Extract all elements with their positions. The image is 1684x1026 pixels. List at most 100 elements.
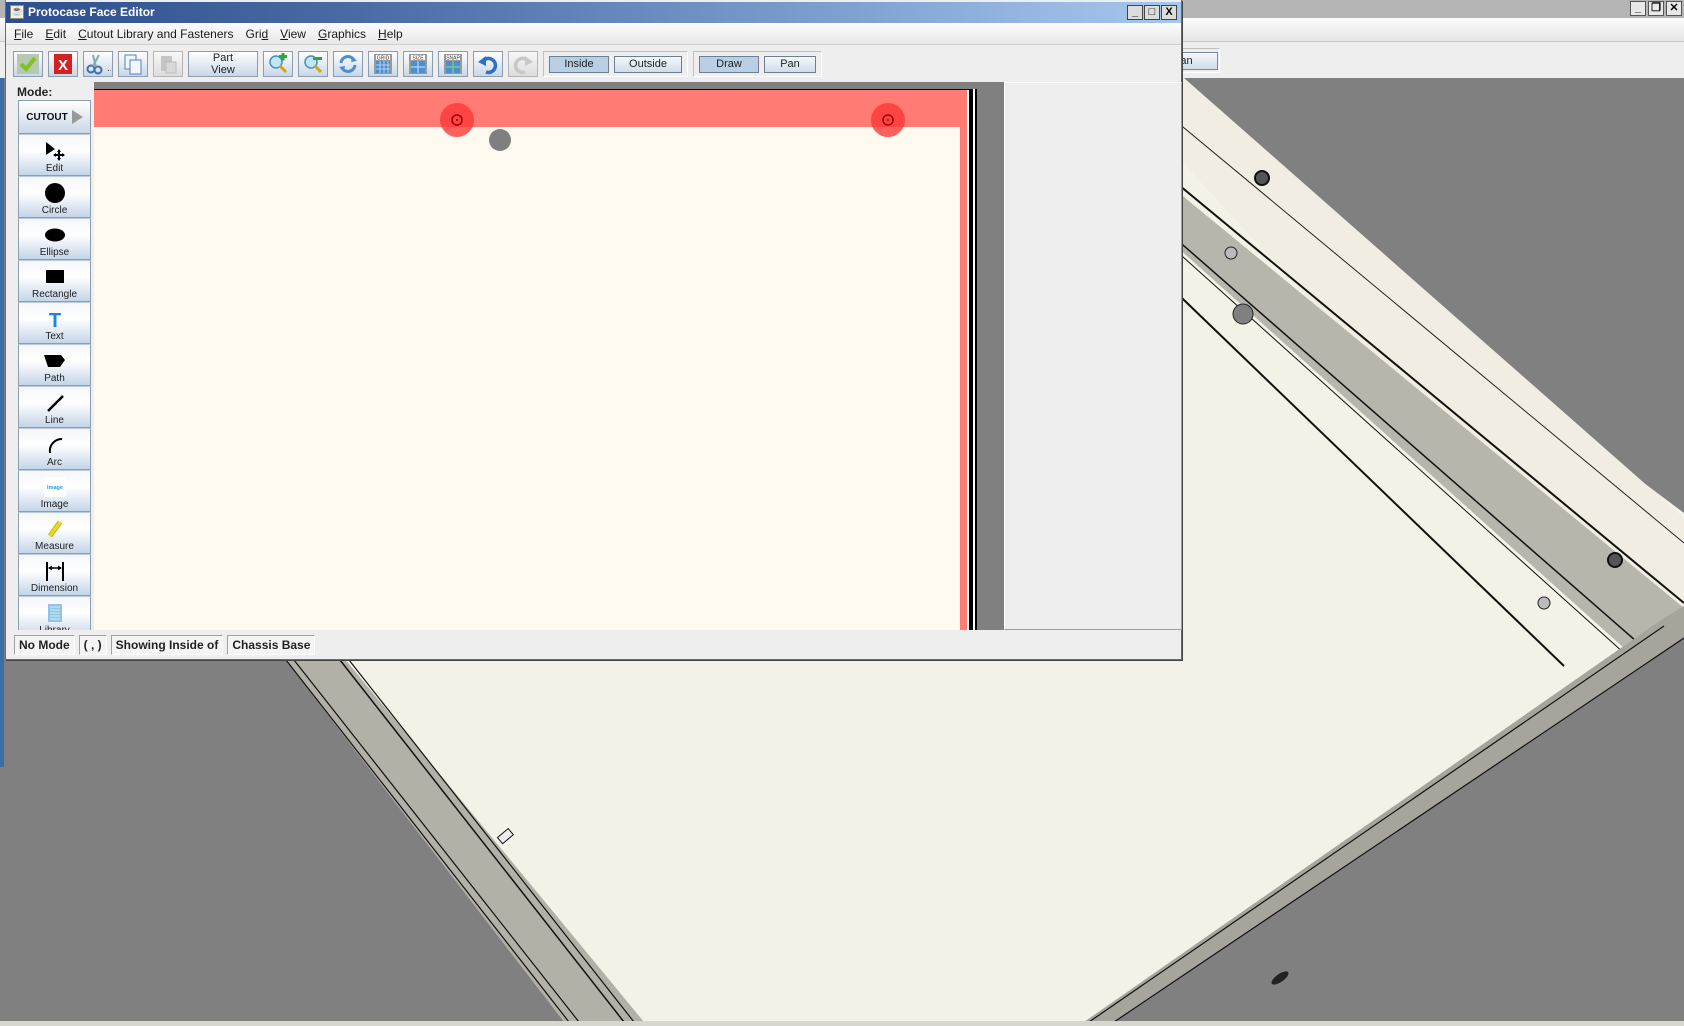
menu-grid[interactable]: Grid <box>245 27 268 41</box>
fastener-marker[interactable] <box>440 103 474 137</box>
draw-toggle[interactable]: Draw <box>699 55 759 73</box>
status-bar: No Mode ( , ) Showing Inside of Chassis … <box>6 632 1181 658</box>
background-close-button[interactable]: ✕ <box>1666 1 1682 16</box>
tool-arc[interactable]: Arc <box>18 428 91 470</box>
undo-button[interactable] <box>473 51 503 77</box>
paste-button[interactable] <box>153 51 183 77</box>
background-minimize-button[interactable]: _ <box>1630 1 1646 16</box>
svg-text:SNAP: SNAP <box>446 56 460 62</box>
grid-icon: GRID <box>374 54 392 74</box>
background-window-controls: _ ❐ ✕ <box>1630 1 1682 16</box>
menu-file[interactable]: File <box>14 27 33 41</box>
tool-ellipse[interactable]: Ellipse <box>18 218 91 260</box>
grid-button[interactable]: GRID <box>368 51 398 77</box>
svg-text:T: T <box>48 310 60 329</box>
inside-toggle[interactable]: Inside <box>549 55 609 73</box>
svg-text:GRID: GRID <box>377 56 390 62</box>
snap-button[interactable]: SNAP <box>438 51 468 77</box>
refresh-button[interactable] <box>333 51 363 77</box>
side-toggle-group: Inside Outside <box>543 51 688 77</box>
status-mode: No Mode <box>14 635 75 655</box>
flange-band-right <box>960 90 967 630</box>
maximize-button[interactable]: □ <box>1144 5 1160 20</box>
tool-rectangle[interactable]: Rectangle <box>18 260 91 302</box>
tool-line[interactable]: Line <box>18 386 91 428</box>
play-arrow-icon <box>71 110 83 124</box>
size-button[interactable]: SIZE <box>403 51 433 77</box>
3d-slot <box>1271 971 1289 985</box>
tool-image[interactable]: Image Image <box>18 470 91 512</box>
window-controls: _ □ X <box>1127 5 1177 20</box>
outside-toggle[interactable]: Outside <box>614 55 682 73</box>
snap-icon: SNAP <box>444 54 462 74</box>
face-surface <box>94 127 960 630</box>
zoom-out-button[interactable] <box>298 51 328 77</box>
part-view-button[interactable]: Part View <box>188 51 258 77</box>
fastener-marker[interactable] <box>871 103 905 137</box>
svg-text:Image: Image <box>47 485 63 491</box>
mode-selector[interactable]: CUTOUT <box>18 100 91 134</box>
menu-graphics[interactable]: Graphics <box>318 27 366 41</box>
3d-fastener <box>1254 170 1270 186</box>
window-title: Protocase Face Editor <box>28 5 155 19</box>
3d-fastener <box>1224 246 1238 260</box>
arc-icon <box>48 437 62 454</box>
tool-path[interactable]: Path <box>18 344 91 386</box>
tool-edit[interactable]: Edit <box>18 134 91 176</box>
minimize-button[interactable]: _ <box>1127 5 1143 20</box>
cancel-button[interactable]: X <box>48 51 78 77</box>
dimension-icon <box>45 562 64 581</box>
copy-icon <box>124 54 142 75</box>
face-editor-window: ☕ Protocase Face Editor _ □ X File Edit … <box>5 0 1182 660</box>
zoom-in-icon <box>269 53 288 74</box>
svg-text:SIZE: SIZE <box>412 56 424 62</box>
rectangle-icon <box>45 270 64 283</box>
circle-cutout[interactable] <box>489 129 511 151</box>
menu-help[interactable]: Help <box>378 27 403 41</box>
library-icon <box>47 604 62 622</box>
accept-button[interactable] <box>13 51 43 77</box>
menubar: File Edit Cutout Library and Fasteners G… <box>6 23 1181 45</box>
svg-text:..: .. <box>107 63 111 74</box>
tool-measure[interactable]: Measure <box>18 512 91 554</box>
copy-button[interactable] <box>118 51 148 77</box>
mode-value: CUTOUT <box>26 111 68 123</box>
tool-dimension[interactable]: Dimension <box>18 554 91 596</box>
zoom-in-button[interactable] <box>263 51 293 77</box>
drawing-canvas[interactable] <box>94 82 1004 630</box>
3d-fastener <box>1537 596 1551 610</box>
menu-edit[interactable]: Edit <box>45 27 66 41</box>
edit-pointer-icon <box>45 142 65 161</box>
pan-toggle[interactable]: Pan <box>764 55 816 73</box>
tool-sidebar: Mode: CUTOUT Edit Circle Ellipse Rectang… <box>11 82 91 630</box>
text-icon: T <box>48 310 60 329</box>
redo-button[interactable] <box>508 51 538 77</box>
properties-panel <box>1004 82 1182 630</box>
window-titlebar[interactable]: ☕ Protocase Face Editor _ □ X <box>6 2 1181 23</box>
size-icon: SIZE <box>409 54 427 74</box>
java-app-icon: ☕ <box>10 5 24 19</box>
path-icon <box>43 355 65 367</box>
cut-button[interactable]: .. <box>83 51 113 77</box>
tool-text[interactable]: T Text <box>18 302 91 344</box>
ellipse-icon <box>44 228 65 242</box>
paste-icon <box>161 56 177 74</box>
menu-cutout-library[interactable]: Cutout Library and Fasteners <box>78 27 233 41</box>
flange-band-top <box>94 90 967 127</box>
tool-circle[interactable]: Circle <box>18 176 91 218</box>
svg-text:X: X <box>58 57 68 74</box>
scissors-icon: .. <box>86 54 111 75</box>
image-icon: Image <box>43 477 66 497</box>
close-button[interactable]: X <box>1161 5 1177 20</box>
line-icon <box>46 395 64 412</box>
mode-toggle-group: Draw Pan <box>693 51 822 77</box>
desktop: _ ❐ ✕ Pan ☕ Protocase Face Editor _ □ X … <box>0 0 1684 1026</box>
checkmark-icon <box>17 54 39 74</box>
menu-view[interactable]: View <box>280 27 306 41</box>
tool-library[interactable]: Library <box>18 596 91 630</box>
circle-icon <box>44 183 65 203</box>
background-restore-button[interactable]: ❐ <box>1648 1 1664 16</box>
status-coordinates: ( , ) <box>78 635 107 655</box>
redo-icon <box>513 56 533 75</box>
mode-label: Mode: <box>17 85 53 99</box>
